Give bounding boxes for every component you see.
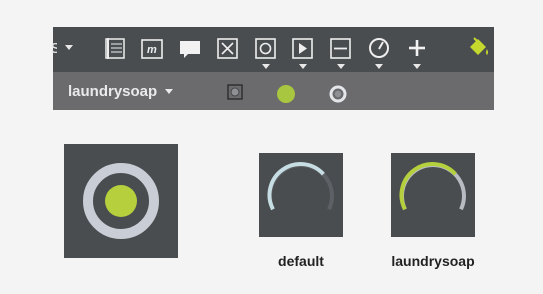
toolbar-tool-comment[interactable] [176, 27, 204, 72]
chevron-down-icon [413, 64, 421, 69]
toolbar-tool-play[interactable] [289, 27, 317, 72]
square-radio-icon[interactable] [227, 84, 243, 100]
toolbar-tool-partial[interactable]: s [51, 27, 75, 72]
svg-text:m: m [147, 44, 157, 56]
toolbar-tool-page[interactable] [101, 27, 129, 72]
first-partial-icon: s [51, 39, 57, 55]
default-caption: default [278, 253, 324, 269]
laundrysoap-caption: laundrysoap [391, 253, 475, 269]
chevron-down-icon [299, 64, 307, 69]
gauge-default-preview [259, 153, 343, 237]
page-lines-icon [105, 38, 125, 59]
default-gauge-icon [267, 162, 334, 211]
italic-m-box-icon: m [141, 39, 163, 59]
gauge-laundrysoap-preview [391, 153, 475, 237]
theme-name: laundrysoap [68, 82, 158, 100]
speech-bubble-icon [180, 41, 200, 58]
chevron-down-icon [375, 64, 383, 69]
filled-dot-icon[interactable] [276, 84, 296, 104]
laundrysoap-gauge-icon [399, 162, 466, 211]
chevron-down-icon [337, 64, 345, 69]
radio-preview [64, 144, 178, 258]
toolbar-tool-text[interactable]: m [138, 27, 166, 72]
toolbar-tool-paint[interactable] [465, 27, 493, 72]
toolbar-tool-minus[interactable] [327, 27, 355, 72]
chevron-down-icon [262, 64, 270, 69]
toolbar-tool-add[interactable] [403, 27, 431, 72]
theme-dropdown[interactable]: laundrysoap [68, 72, 174, 110]
toolbar-tool-gauge[interactable] [365, 27, 393, 72]
close-box-icon [217, 38, 238, 59]
theme-bar: laundrysoap [53, 72, 494, 110]
chevron-down-icon [65, 45, 73, 50]
paint-bucket-icon [470, 37, 488, 55]
ring-radio-icon[interactable] [329, 85, 347, 103]
chevron-down-icon [165, 88, 174, 94]
radio-ring-icon [83, 163, 159, 239]
toolbar-tool-radio[interactable] [252, 27, 280, 72]
toolbar: s m [51, 27, 494, 72]
toolbar-tool-close[interactable] [214, 27, 242, 72]
